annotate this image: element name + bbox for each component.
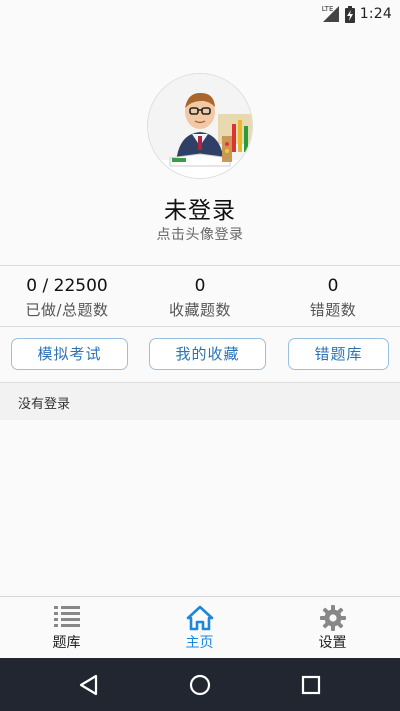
stat-value: 0 <box>327 276 339 296</box>
battery-charging-icon <box>344 5 355 23</box>
avatar[interactable] <box>147 73 253 179</box>
back-icon[interactable] <box>76 672 102 698</box>
stat-value: 0 / 22500 <box>26 276 108 296</box>
stat-label: 收藏题数 <box>168 301 231 319</box>
gear-icon <box>319 605 346 631</box>
login-message: 没有登录 <box>18 397 71 412</box>
login-status-title: 未登录 <box>164 198 236 224</box>
network-type: LTE <box>321 5 334 13</box>
signal-icon: LTE <box>322 5 340 23</box>
stat-label: 已做/总题数 <box>25 301 109 319</box>
student-avatar-icon <box>148 74 252 178</box>
divider <box>0 265 400 266</box>
list-icon <box>53 606 80 627</box>
nav-label: 主页 <box>185 635 214 651</box>
clock: 1:24 <box>359 6 392 22</box>
bottom-nav: 题库 主页 设置 <box>0 596 400 658</box>
stat-label: 错题数 <box>309 301 357 319</box>
mock-exam-button[interactable]: 模拟考试 <box>11 338 128 370</box>
nav-label: 题库 <box>52 635 81 651</box>
recents-icon[interactable] <box>298 672 324 698</box>
nav-label: 设置 <box>318 635 347 651</box>
status-icons: LTE 1:24 <box>322 4 392 24</box>
stats-row: 0 / 22500 已做/总题数 0 收藏题数 0 错题数 <box>0 274 400 324</box>
stat-wrong: 0 错题数 <box>266 274 400 320</box>
favorites-button[interactable]: 我的收藏 <box>149 338 266 370</box>
nav-item-settings[interactable]: 设置 <box>266 597 399 659</box>
nav-item-home[interactable]: 主页 <box>133 597 266 659</box>
stat-value: 0 <box>194 276 206 296</box>
login-hint[interactable]: 点击头像登录 <box>0 224 400 244</box>
wrong-questions-button[interactable]: 错题库 <box>288 338 389 370</box>
login-message-bar: 没有登录 <box>0 383 400 420</box>
stat-favorites: 0 收藏题数 <box>133 274 267 320</box>
status-bar: LTE 1:24 <box>0 0 400 28</box>
home-circle-icon[interactable] <box>187 672 213 698</box>
system-nav-bar <box>0 658 400 711</box>
divider <box>0 326 400 327</box>
nav-item-question-bank[interactable]: 题库 <box>0 597 133 659</box>
home-icon <box>186 605 213 631</box>
stat-done-total: 0 / 22500 已做/总题数 <box>0 274 134 320</box>
